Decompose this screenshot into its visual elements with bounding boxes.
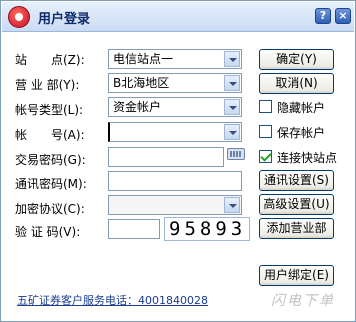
branch-select[interactable]: B北海地区 (108, 73, 242, 93)
connect-fast-station-check[interactable] (259, 150, 272, 163)
comm-password-input[interactable] (108, 171, 242, 191)
window-title: 用户登录 (38, 12, 91, 27)
comm-settings-button[interactable]: 通讯设置(S) (259, 170, 334, 191)
chevron-down-icon[interactable] (224, 99, 240, 115)
title-bar: 用户登录 ? × (2, 2, 354, 32)
station-label: 站 点(Z): (15, 53, 85, 67)
hide-account-check[interactable] (259, 100, 272, 113)
help-icon[interactable]: ? (315, 8, 331, 24)
account-label: 帐 号(A): (15, 128, 85, 142)
branch-value: B北海地区 (113, 76, 170, 90)
trade-password-label: 交易密码(G): (15, 153, 86, 167)
account-type-value: 资金帐户 (113, 100, 162, 114)
cancel-button[interactable]: 取消(N) (259, 73, 334, 94)
advanced-settings-button[interactable]: 高级设置(U) (259, 194, 334, 215)
close-icon[interactable]: × (335, 8, 351, 24)
account-type-select[interactable]: 资金帐户 (108, 97, 242, 117)
chevron-down-icon[interactable] (224, 197, 240, 213)
chevron-down-icon[interactable] (224, 75, 240, 91)
app-logo-icon (8, 6, 30, 28)
station-value: 电信站点一 (113, 52, 174, 66)
encrypt-protocol-label: 加密协议(C): (15, 202, 85, 216)
save-account-check[interactable] (259, 125, 272, 138)
user-bind-button[interactable]: 用户绑定(E) (259, 265, 334, 286)
account-type-label: 帐号类型(L): (15, 103, 84, 117)
comm-password-label: 通讯密码(M): (15, 177, 87, 191)
login-window: 用户登录 ? × 站 点(Z): 电信站点一 营 业 部(Y): B北海地区 帐… (0, 0, 356, 322)
chevron-down-icon[interactable] (224, 51, 240, 67)
captcha-label: 验 证 码(V): (15, 225, 81, 239)
hotline-link[interactable]: 五矿证券客户服务电话：4001840028 (17, 292, 208, 308)
add-branch-button[interactable]: 添加营业部 (259, 218, 334, 239)
hide-account-label: 隐藏帐户 (277, 101, 326, 115)
ok-button[interactable]: 确定(Y) (259, 49, 334, 70)
chevron-down-icon[interactable] (224, 124, 240, 140)
watermark: 闪电下单 (271, 293, 335, 309)
connect-fast-station-label: 连接快站点 (277, 151, 338, 165)
station-select[interactable]: 电信站点一 (108, 49, 242, 69)
branch-label: 营 业 部(Y): (15, 78, 80, 92)
captcha-input[interactable] (108, 219, 160, 239)
encrypt-protocol-select[interactable] (108, 195, 242, 215)
trade-password-input[interactable] (108, 147, 224, 167)
captcha-image[interactable]: 95893 (164, 217, 250, 241)
save-account-label: 保存帐户 (277, 126, 326, 140)
account-input[interactable] (108, 122, 242, 142)
soft-keyboard-icon[interactable] (227, 148, 245, 160)
